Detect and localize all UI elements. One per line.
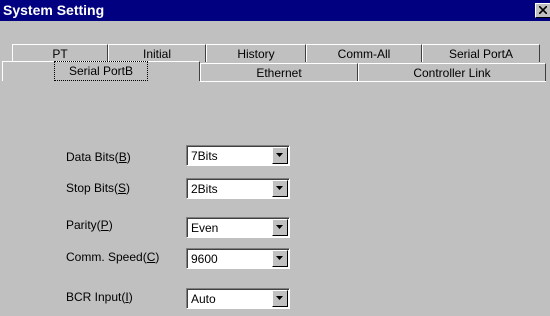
parity-select[interactable]: Even — [186, 217, 290, 238]
bcr-input-dropdown-button[interactable] — [272, 290, 288, 307]
chevron-down-icon — [276, 225, 283, 229]
tab-serial-porta[interactable]: Serial PortA — [422, 44, 540, 62]
tab-label: Controller Link — [413, 66, 491, 80]
tab-controller-link[interactable]: Controller Link — [358, 63, 546, 81]
tab-ethernet[interactable]: Ethernet — [200, 63, 358, 81]
window-title: System Setting — [3, 2, 105, 18]
tab-pt[interactable]: PT — [12, 44, 108, 62]
close-icon — [539, 6, 547, 14]
parity-value: Even — [191, 221, 219, 235]
close-button[interactable] — [535, 3, 550, 18]
bcr-input-select[interactable]: Auto — [186, 288, 290, 309]
parity-label: Parity(P) — [66, 218, 113, 232]
comm-speed-value: 9600 — [191, 252, 218, 266]
tab-label: Serial PortB — [53, 61, 149, 81]
bcr-input-label: BCR Input(I) — [66, 290, 133, 304]
comm-speed-label: Comm. Speed(C) — [66, 250, 160, 264]
stop-bits-value: 2Bits — [191, 182, 218, 196]
data-bits-value: 7Bits — [191, 149, 218, 163]
stop-bits-label: Stop Bits(S) — [66, 181, 131, 195]
tab-serial-portb[interactable]: Serial PortB — [2, 61, 200, 81]
title-bar: System Setting — [0, 0, 550, 21]
data-bits-select[interactable]: 7Bits — [186, 145, 290, 166]
stop-bits-dropdown-button[interactable] — [272, 180, 288, 197]
tab-label: Serial PortA — [448, 47, 514, 61]
tab-comm-all[interactable]: Comm-All — [306, 44, 422, 62]
chevron-down-icon — [276, 296, 283, 300]
chevron-down-icon — [276, 153, 283, 157]
data-bits-dropdown-button[interactable] — [272, 147, 288, 164]
tab-divider — [200, 81, 546, 82]
tab-label: History — [237, 47, 275, 61]
stop-bits-select[interactable]: 2Bits — [186, 178, 290, 199]
tab-initial[interactable]: Initial — [108, 44, 206, 62]
chevron-down-icon — [276, 186, 283, 190]
comm-speed-dropdown-button[interactable] — [272, 250, 288, 267]
bcr-input-value: Auto — [191, 292, 216, 306]
tab-label: Ethernet — [256, 66, 302, 80]
data-bits-label: Data Bits(B) — [66, 150, 131, 164]
chevron-down-icon — [276, 256, 283, 260]
comm-speed-select[interactable]: 9600 — [186, 248, 290, 269]
tab-history[interactable]: History — [206, 44, 306, 62]
tab-label: Comm-All — [337, 47, 391, 61]
parity-dropdown-button[interactable] — [272, 219, 288, 236]
